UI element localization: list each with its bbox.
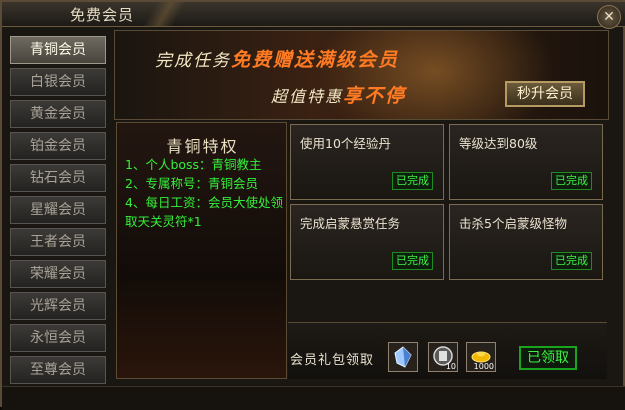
banner-line-2-highlight: 享不停 [343,85,407,107]
banner-line-2: 超值特惠享不停 [271,81,406,108]
reward-label: 会员礼包领取 [290,353,375,368]
tier-tab-diamond[interactable]: 钻石会员 [10,164,106,192]
task-grid: 使用10个经验丹 已完成 等级达到80级 已完成 完成启蒙悬赏任务 已完成 击杀… [288,122,607,318]
item-count: 1000 [473,362,494,371]
banner-line-2-text: 超值特惠 [271,87,344,106]
privileges-title: 青铜特权 [166,137,239,156]
task-card: 使用10个经验丹 已完成 [290,124,444,200]
privilege-item: 1、个人boss：青铜教主 [125,157,262,172]
reward-item-scroll[interactable]: 10 [428,342,458,372]
tier-tab-eternal[interactable]: 永恒会员 [10,324,106,352]
task-status-badge: 已完成 [551,252,592,270]
tier-tab-platinum[interactable]: 铂金会员 [10,132,106,160]
claimed-button[interactable]: 已领取 [519,346,577,370]
privileges-list: 1、个人boss：青铜教主 2、专属称号：青铜会员 4、每日工资：会员大使处领取… [125,155,285,231]
window-title: 免费会员 [70,6,135,24]
tier-tab-supreme[interactable]: 至尊会员 [10,356,106,384]
tier-tab-glory[interactable]: 荣耀会员 [10,260,106,288]
tier-tab-radiant[interactable]: 光辉会员 [10,292,106,320]
reward-item-gold[interactable]: 1000 [466,342,496,372]
task-name: 等级达到80级 [459,136,538,151]
banner-line-1-text: 完成任务 [155,51,231,71]
task-name: 使用10个经验丹 [300,136,391,151]
tier-sidebar: 青铜会员 白银会员 黄金会员 铂金会员 钻石会员 星耀会员 王者会员 荣耀会员 … [10,32,108,384]
tier-tab-gold[interactable]: 黄金会员 [10,100,106,128]
banner-line-1-highlight: 免费赠送满级会员 [231,49,400,71]
task-card: 完成启蒙悬赏任务 已完成 [290,204,444,280]
task-card: 等级达到80级 已完成 [449,124,603,200]
title-ornament [142,2,202,26]
task-status-badge: 已完成 [392,172,433,190]
item-count: 10 [445,362,456,371]
close-button[interactable]: ✕ [597,5,621,29]
tier-tab-king[interactable]: 王者会员 [10,228,106,256]
privilege-item: 2、专属称号：青铜会员 [125,176,258,191]
privileges-panel: 青铜特权 1、个人boss：青铜教主 2、专属称号：青铜会员 4、每日工资：会员… [116,122,287,379]
title-bar: 免费会员 [2,2,625,27]
bottom-edge [2,386,625,410]
task-card: 击杀5个启蒙级怪物 已完成 [449,204,603,280]
task-status-badge: 已完成 [392,252,433,270]
reward-bar: 会员礼包领取 10 1000 已领取 [288,322,607,379]
tier-tab-bronze[interactable]: 青铜会员 [10,36,106,64]
instant-upgrade-button[interactable]: 秒升会员 [505,81,585,107]
tier-tab-silver[interactable]: 白银会员 [10,68,106,96]
task-status-badge: 已完成 [551,172,592,190]
task-name: 完成启蒙悬赏任务 [300,216,401,231]
member-window: 免费会员 ✕ 青铜会员 白银会员 黄金会员 铂金会员 钻石会员 星耀会员 王者会… [0,0,625,410]
task-name: 击杀5个启蒙级怪物 [459,216,567,231]
crystal-icon [394,346,412,368]
banner-line-1: 完成任务免费赠送满级会员 [155,45,399,72]
promo-banner: 完成任务免费赠送满级会员 超值特惠享不停 秒升会员 [114,30,609,120]
privilege-item: 4、每日工资：会员大使处领取天关灵符*1 [125,195,283,229]
reward-item-crystal[interactable] [388,342,418,372]
tier-tab-star[interactable]: 星耀会员 [10,196,106,224]
